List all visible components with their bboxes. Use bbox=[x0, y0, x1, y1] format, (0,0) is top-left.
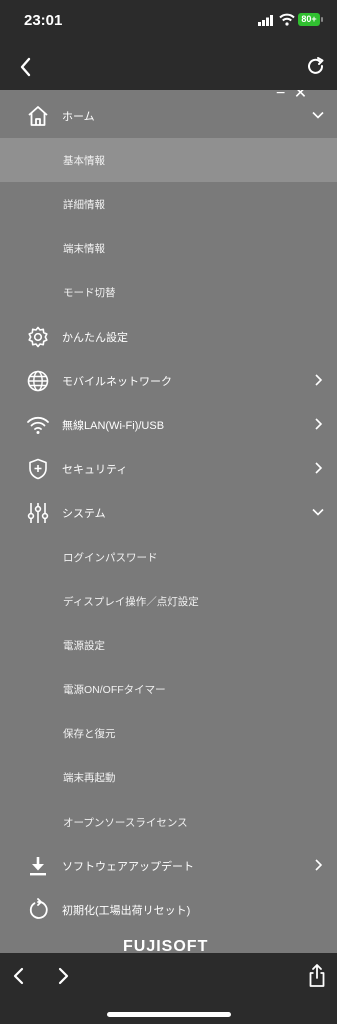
chevron-right-icon bbox=[315, 859, 323, 871]
reload-icon[interactable] bbox=[304, 54, 328, 80]
menu-item-wireless-lan-label: 無線LAN(Wi-Fi)/USB bbox=[62, 420, 165, 432]
submenu-item-power-timer[interactable]: 電源ON/OFFタイマー bbox=[0, 667, 337, 711]
menu-item-home[interactable]: ホーム bbox=[0, 94, 337, 138]
menu-item-software-update-label: ソフトウェアアップデート bbox=[62, 861, 194, 873]
menu-item-security-label: セキュリティ bbox=[62, 464, 128, 476]
submenu-item-label: 基本情報 bbox=[63, 154, 105, 167]
shield-icon bbox=[29, 458, 47, 480]
submenu-item-label: 端末情報 bbox=[63, 242, 105, 255]
submenu-item-backup-restore[interactable]: 保存と復元 bbox=[0, 711, 337, 755]
submenu-item-basic-info[interactable]: 基本情報 bbox=[0, 138, 337, 182]
back-chevron-icon[interactable] bbox=[14, 54, 38, 80]
menu-item-easy-setup[interactable]: かんたん設定 bbox=[0, 315, 337, 359]
menu-item-wireless-lan[interactable]: 無線LAN(Wi-Fi)/USB bbox=[0, 403, 337, 447]
share-icon[interactable] bbox=[306, 963, 328, 989]
menu-item-software-update[interactable]: ソフトウェアアップデート bbox=[0, 844, 337, 888]
menu-item-factory-reset-label: 初期化(工場出荷リセット) bbox=[62, 905, 191, 917]
submenu-item-mode-switch[interactable]: モード切替 bbox=[0, 270, 337, 314]
submenu-item-detail-info[interactable]: 詳細情報 bbox=[0, 182, 337, 226]
menu-item-system-label: システム bbox=[62, 508, 106, 520]
submenu-item-label: ログインパスワード bbox=[63, 551, 158, 564]
reset-icon bbox=[29, 898, 48, 919]
cellular-signal-icon bbox=[258, 15, 273, 26]
download-icon bbox=[30, 857, 46, 876]
submenu-item-label: 詳細情報 bbox=[63, 198, 105, 211]
menu-item-system[interactable]: システム bbox=[0, 491, 337, 535]
brand-logo-fragment: FUJISOFT bbox=[123, 938, 209, 953]
chevron-right-icon bbox=[315, 374, 323, 386]
menu-item-mobile-network-label: モバイルネットワーク bbox=[62, 376, 172, 388]
sliders-icon bbox=[27, 503, 49, 523]
home-indicator bbox=[107, 1012, 231, 1017]
chevron-right-icon bbox=[315, 418, 323, 430]
menu-item-easy-setup-label: かんたん設定 bbox=[62, 332, 128, 344]
submenu-item-open-source-license[interactable]: オープンソースライセンス bbox=[0, 800, 337, 844]
submenu-item-login-password[interactable]: ログインパスワード bbox=[0, 535, 337, 579]
submenu-item-label: 端末再起動 bbox=[63, 771, 116, 784]
back-arrow-icon[interactable] bbox=[8, 964, 30, 988]
menu-item-home-label: ホーム bbox=[62, 111, 95, 123]
wifi-status-icon bbox=[279, 13, 295, 26]
navigation-bar bbox=[0, 44, 337, 90]
menu-item-mobile-network[interactable]: モバイルネットワーク bbox=[0, 359, 337, 403]
chevron-down-icon bbox=[312, 508, 324, 516]
home-icon bbox=[28, 106, 48, 126]
side-menu: − ✕ ホーム 基本情報 詳細情報 端末情報 モード切替 かんたん設定 モバイル… bbox=[0, 90, 337, 953]
submenu-item-label: 電源設定 bbox=[63, 639, 105, 652]
chevron-right-icon bbox=[315, 462, 323, 474]
submenu-item-label: 保存と復元 bbox=[63, 727, 116, 740]
wifi-icon bbox=[27, 416, 49, 434]
gear-icon bbox=[28, 326, 48, 348]
menu-item-factory-reset[interactable]: 初期化(工場出荷リセット) bbox=[0, 888, 337, 932]
globe-icon bbox=[27, 370, 49, 392]
submenu-item-label: モード切替 bbox=[63, 286, 116, 299]
status-bar: 23:01 80+ bbox=[0, 0, 337, 44]
status-time: 23:01 bbox=[24, 12, 63, 29]
menu-item-security[interactable]: セキュリティ bbox=[0, 447, 337, 491]
submenu-item-device-info[interactable]: 端末情報 bbox=[0, 226, 337, 270]
submenu-item-label: ディスプレイ操作／点灯設定 bbox=[63, 595, 199, 608]
submenu-item-device-restart[interactable]: 端末再起動 bbox=[0, 755, 337, 799]
chevron-down-icon bbox=[312, 111, 324, 119]
battery-indicator: 80+ bbox=[298, 13, 323, 26]
forward-arrow-icon[interactable] bbox=[52, 964, 74, 988]
submenu-item-label: 電源ON/OFFタイマー bbox=[63, 683, 166, 696]
submenu-item-label: オープンソースライセンス bbox=[63, 816, 188, 829]
submenu-item-power-settings[interactable]: 電源設定 bbox=[0, 623, 337, 667]
submenu-item-display-settings[interactable]: ディスプレイ操作／点灯設定 bbox=[0, 579, 337, 623]
